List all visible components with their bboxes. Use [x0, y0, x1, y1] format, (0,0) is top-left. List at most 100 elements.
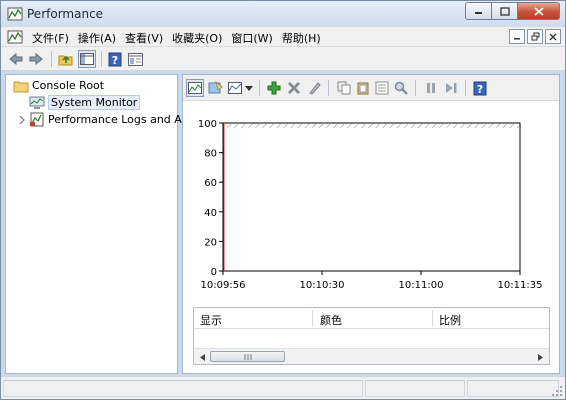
- highlight-button[interactable]: [305, 79, 323, 97]
- up-one-level-button[interactable]: [57, 50, 75, 68]
- performance-graph[interactable]: 100806040200 10:09:56 10:10:30 10:11:00 10:…: [183, 101, 559, 311]
- update-data-button[interactable]: [442, 79, 460, 97]
- x-tick-label: 10:11:35: [498, 280, 543, 291]
- tree-item-performance-logs[interactable]: Performance Logs and Al: [18, 111, 185, 128]
- close-icon: [533, 6, 544, 16]
- help-icon: ?: [108, 52, 122, 67]
- title-bar[interactable]: Performance: [1, 1, 565, 27]
- mdi-close-button[interactable]: [545, 29, 561, 44]
- y-tick-label: 0: [211, 267, 217, 278]
- x-tick-label: 10:09:56: [201, 280, 246, 291]
- change-graph-type-button[interactable]: [226, 79, 244, 97]
- minimize-icon: [474, 12, 482, 14]
- change-graph-type-icon: [228, 82, 242, 94]
- mdi-restore-button[interactable]: [527, 29, 543, 44]
- back-button[interactable]: [7, 50, 25, 68]
- menu-window[interactable]: 窗口(W): [228, 30, 278, 46]
- mdi-buttons: [509, 29, 561, 44]
- delete-counter-button[interactable]: [285, 79, 303, 97]
- tree-item-console-root[interactable]: Console Root: [13, 77, 104, 94]
- scroll-right-button[interactable]: [534, 352, 546, 362]
- restore-icon: [531, 32, 539, 41]
- y-tick-label: 40: [204, 208, 217, 219]
- update-data-icon: [446, 83, 457, 93]
- x-tick-label: 10:11:00: [399, 280, 444, 291]
- status-cell: [3, 380, 363, 397]
- folder-icon: [13, 81, 29, 92]
- y-tick-label: 80: [204, 149, 217, 160]
- properties-icon: [375, 81, 389, 95]
- view-graph-button[interactable]: [186, 79, 204, 97]
- tree-item-label: System Monitor: [48, 95, 141, 110]
- copy-properties-button[interactable]: [335, 79, 353, 97]
- expand-arrow-icon[interactable]: [18, 115, 26, 125]
- forward-button[interactable]: [27, 50, 45, 68]
- tree-item-system-monitor[interactable]: System Monitor: [29, 94, 141, 111]
- graph-type-dropdown[interactable]: [244, 79, 254, 97]
- toolbar-separator: [415, 80, 416, 96]
- close-button[interactable]: [517, 2, 560, 20]
- show-hide-tree-button[interactable]: [78, 50, 96, 68]
- performance-monitor-icon: [7, 7, 23, 21]
- column-header-color[interactable]: 颜色: [320, 312, 342, 328]
- console-icon[interactable]: [7, 29, 23, 45]
- help-button[interactable]: ?: [106, 50, 124, 68]
- menu-action[interactable]: 操作(A): [75, 30, 122, 46]
- toolbar-separator: [101, 51, 102, 67]
- monitor-help-button[interactable]: ?: [471, 79, 489, 97]
- properties-button[interactable]: [126, 50, 144, 68]
- maximize-button[interactable]: [491, 2, 517, 20]
- status-bar: [1, 376, 565, 399]
- toolbar-separator: [259, 80, 260, 96]
- delete-counter-icon: [287, 81, 301, 95]
- mdi-minimize-button[interactable]: [509, 29, 525, 44]
- menu-view[interactable]: 查看(V): [122, 30, 169, 46]
- freeze-display-button[interactable]: [422, 79, 440, 97]
- system-monitor-icon: [29, 96, 45, 109]
- menu-items: 文件(F) 操作(A) 查看(V) 收藏夹(O) 窗口(W) 帮助(H): [29, 30, 327, 46]
- main-toolbar: ?: [1, 47, 565, 71]
- menu-bar: 文件(F) 操作(A) 查看(V) 收藏夹(O) 窗口(W) 帮助(H): [1, 27, 565, 47]
- column-separator[interactable]: [312, 310, 313, 327]
- copy-properties-icon: [337, 81, 351, 95]
- maximize-icon: [499, 6, 510, 16]
- column-separator[interactable]: [432, 310, 433, 327]
- properties-icon: [127, 52, 143, 66]
- add-counter-button[interactable]: [265, 79, 283, 97]
- y-tick-label: 60: [204, 178, 217, 189]
- column-header-scale[interactable]: 比例: [439, 312, 461, 328]
- dropdown-arrow-icon: [245, 85, 253, 91]
- counter-list[interactable]: 显示 颜色 比例: [193, 307, 550, 365]
- paste-counter-list-button[interactable]: [354, 79, 372, 97]
- back-arrow-icon: [9, 52, 23, 66]
- properties-button[interactable]: [373, 79, 391, 97]
- performance-window: Performance 文件(F) 操作(A) 查看(V) 收藏夹(O) 窗口(…: [0, 0, 566, 400]
- svg-text:?: ?: [112, 54, 118, 67]
- column-header-show[interactable]: 显示: [200, 312, 222, 328]
- zoom-button[interactable]: [392, 79, 410, 97]
- resize-grip-icon[interactable]: [551, 385, 563, 397]
- x-axis: 10:09:56 10:10:30 10:11:00 10:11:35: [201, 271, 543, 291]
- status-cell: [365, 380, 465, 397]
- minimize-button[interactable]: [465, 2, 491, 20]
- menu-file[interactable]: 文件(F): [29, 30, 75, 46]
- menu-favorites[interactable]: 收藏夹(O): [169, 30, 228, 46]
- caption-buttons: [465, 2, 560, 20]
- view-graph-icon: [188, 82, 202, 94]
- tree-item-label: Performance Logs and Al: [48, 113, 185, 126]
- close-icon: [549, 33, 557, 40]
- scrollbar-thumb[interactable]: [210, 351, 285, 362]
- window-title: Performance: [27, 7, 104, 21]
- minimize-icon: [514, 37, 520, 39]
- menu-help[interactable]: 帮助(H): [279, 30, 327, 46]
- grip-icon: [244, 353, 251, 360]
- clear-display-button[interactable]: [206, 79, 224, 97]
- svg-text:?: ?: [477, 83, 483, 96]
- toolbar-separator: [51, 51, 52, 67]
- y-tick-label: 100: [198, 119, 217, 130]
- y-tick-label: 20: [204, 237, 217, 248]
- horizontal-scrollbar[interactable]: [194, 348, 549, 364]
- console-tree[interactable]: Console Root System Monitor Performance …: [5, 74, 185, 374]
- zoom-icon: [394, 81, 408, 95]
- scroll-left-button[interactable]: [196, 352, 208, 362]
